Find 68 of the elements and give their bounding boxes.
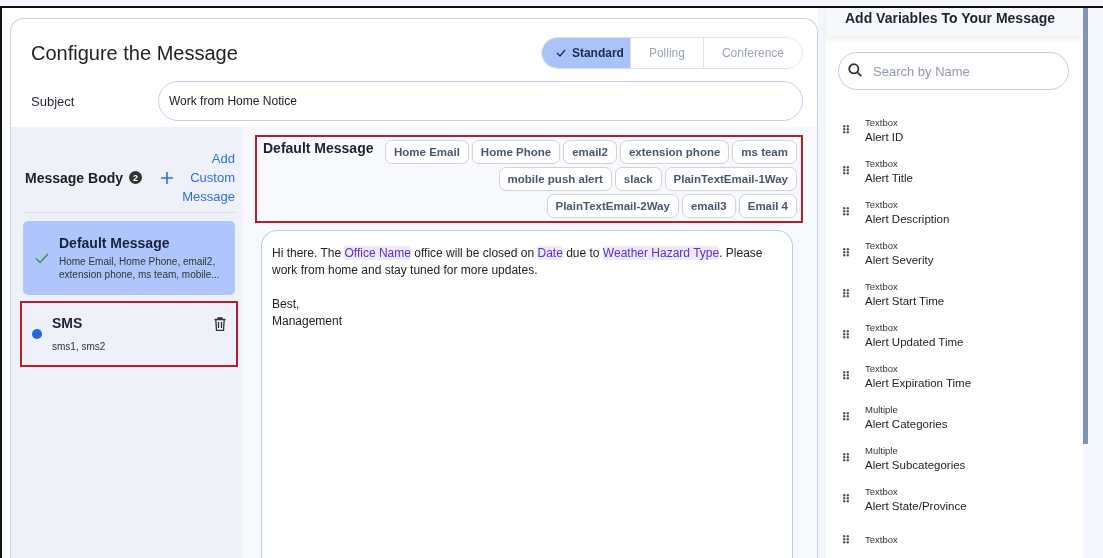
message-text: Hi there. The Office Name office will be closed on Date due to Weather Hazard Type. Please work from home and stay tuned for more updates. <box>272 245 764 279</box>
variable-name: Alert Subcategories <box>865 458 966 471</box>
variable-type: Textbox <box>865 362 899 374</box>
subject-field[interactable]: Work from Home Notice <box>158 81 803 121</box>
variable-name: Alert Categories <box>865 417 948 430</box>
check-icon <box>555 49 566 57</box>
search-field[interactable]: Search by Name <box>838 52 1069 90</box>
drag-handle-icon[interactable] <box>843 166 849 175</box>
page-title: Configure the Message <box>31 41 238 65</box>
channel-chip[interactable]: email3 <box>681 194 736 218</box>
drag-handle-icon[interactable] <box>843 412 849 421</box>
drag-handle-icon[interactable] <box>843 248 849 257</box>
channel-chip[interactable]: extension phone <box>619 140 730 164</box>
channel-chip[interactable]: email2 <box>563 140 617 164</box>
variable-name: Alert State/Province <box>865 499 967 512</box>
variable-type: Textbox <box>865 321 899 333</box>
dot-icon <box>32 329 42 339</box>
message-editor[interactable]: Hi there. The Office Name office will be closed on Date due to Weather Hazard Type. Please work from home and stay tuned for more updates. Best, Management <box>261 230 793 558</box>
variable-name: Alert Updated Time <box>865 335 964 348</box>
channel-chip[interactable]: PlainTextEmail-2Way <box>546 194 679 218</box>
variable-type: Textbox <box>865 116 899 128</box>
variable-name: Alert Expiration Time <box>865 376 972 389</box>
add-custom-message-link[interactable]: Add Custom Message <box>161 149 235 206</box>
drag-handle-icon[interactable] <box>843 371 849 380</box>
variable-type: Textbox <box>865 198 899 210</box>
drag-handle-icon[interactable] <box>843 453 849 462</box>
variable-type: Textbox <box>865 485 899 497</box>
panel-title: Add Variables To Your Message <box>845 10 1057 26</box>
channel-chip[interactable]: ms team <box>732 140 797 164</box>
field-label: Subject <box>31 93 76 109</box>
count-badge: 2 <box>129 171 143 184</box>
plus-icon <box>161 171 173 184</box>
message-item[interactable]: Default Message Home Email, Home Phone, email2, extension phone, ms team, mobile... <box>23 221 235 295</box>
variable-type: Textbox <box>865 534 898 545</box>
mode-tab[interactable]: Standard <box>541 38 630 68</box>
variable-type: Textbox <box>865 157 899 169</box>
variable-type: Multiple <box>865 444 899 456</box>
channel-chip[interactable]: Home Email <box>385 140 469 164</box>
drag-handle-icon[interactable] <box>843 535 849 544</box>
drag-handle-icon[interactable] <box>843 494 849 503</box>
check-icon <box>35 252 49 264</box>
variable-name: Alert Title <box>865 171 913 184</box>
drag-handle-icon[interactable] <box>843 125 849 134</box>
message-item[interactable]: SMS sms1, sms2 <box>20 301 238 367</box>
channel-chip[interactable]: Email 4 <box>738 194 797 218</box>
drag-handle-icon[interactable] <box>843 207 849 216</box>
variable-type: Multiple <box>865 403 899 415</box>
variable-name: Alert ID <box>865 130 904 143</box>
variable-name: Alert Start Time <box>865 294 945 307</box>
variable-type: Textbox <box>865 280 899 292</box>
message-item-title: Default Message <box>59 235 171 251</box>
variable-type: Textbox <box>865 239 899 251</box>
trash-icon[interactable] <box>214 317 226 331</box>
drag-handle-icon[interactable] <box>843 330 849 339</box>
channel-chip[interactable]: slack <box>614 167 662 191</box>
message-text: Management <box>272 313 344 330</box>
drag-handle-icon[interactable] <box>843 289 849 298</box>
message-item-recipients: Home Email, Home Phone, email2, extension phone, ms team, mobile... <box>59 255 221 281</box>
message-item-recipients: sms1, sms2 <box>52 340 107 353</box>
channel-chip[interactable]: Home Phone <box>471 140 561 164</box>
channel-chip[interactable]: PlainTextEmail-1Way <box>664 167 797 191</box>
channel-chip[interactable]: mobile push alert <box>498 167 612 191</box>
variable-name: Alert Severity <box>865 253 934 266</box>
editor-title: Default Message <box>263 140 374 158</box>
section-title: Message Body <box>25 169 124 186</box>
variable-name: Alert Description <box>865 212 950 225</box>
message-item-title: SMS <box>52 315 84 331</box>
message-text: Best, <box>272 296 301 313</box>
